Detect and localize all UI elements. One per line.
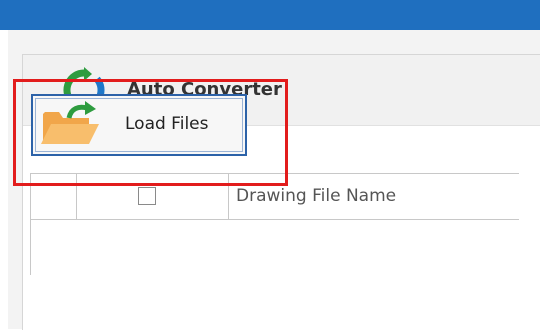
column-separator (228, 174, 229, 219)
window-title-bar (0, 0, 540, 30)
column-separator (76, 174, 77, 219)
grid-header: Drawing File Name (31, 173, 519, 220)
load-files-button[interactable]: Load Files (31, 94, 247, 156)
column-header-drawing-file-name[interactable]: Drawing File Name (236, 186, 396, 206)
load-files-label: Load Files (125, 114, 209, 134)
select-all-checkbox[interactable] (138, 187, 156, 205)
open-folder-icon (41, 101, 99, 144)
file-grid: Drawing File Name (30, 173, 519, 275)
